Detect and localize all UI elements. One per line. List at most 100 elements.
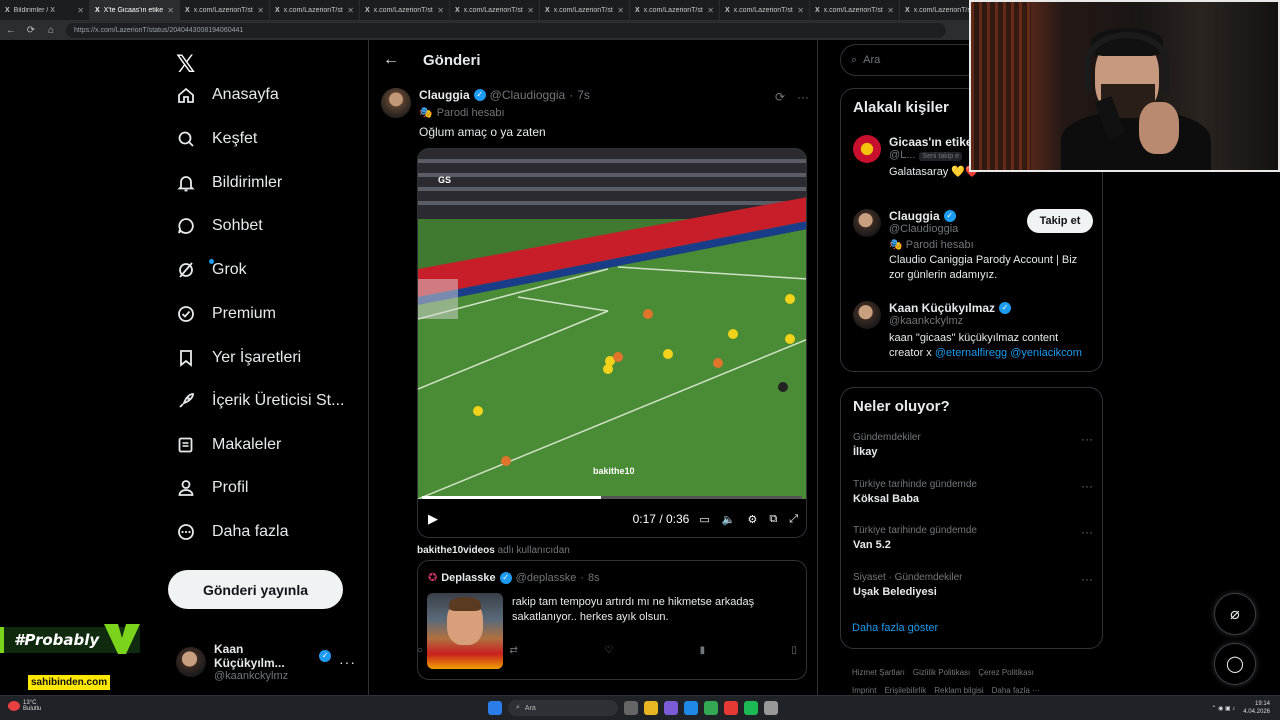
close-icon[interactable]: ✕ (437, 6, 444, 15)
close-icon[interactable]: ✕ (797, 6, 804, 15)
nav-item-sohbet[interactable]: Sohbet (176, 216, 263, 236)
browser-tab[interactable]: Xx.com/LazerionT/statu✕ (450, 0, 540, 20)
close-icon[interactable]: ✕ (167, 6, 174, 15)
settings-icon[interactable]: ⚙ (747, 513, 757, 526)
nav-item-profil[interactable]: Profil (176, 478, 248, 498)
browser-tab[interactable]: X Bildirimler / X ✕ (0, 0, 90, 20)
quoted-post[interactable]: ✪ Deplasske ✓ @deplasske · 8s rakip tam … (417, 560, 807, 680)
close-icon[interactable]: ✕ (617, 6, 624, 15)
close-icon[interactable]: ✕ (527, 6, 534, 15)
more-dots-icon[interactable]: ··· (1081, 432, 1093, 446)
footer-link[interactable]: Hizmet Şartları (852, 668, 905, 677)
close-icon[interactable]: ✕ (887, 6, 894, 15)
browser-tab[interactable]: Xx.com/LazerionT/statu✕ (810, 0, 900, 20)
footer-link[interactable]: Reklam bilgisi (934, 686, 983, 695)
bio-link[interactable]: @yeniacikcom (1010, 347, 1082, 359)
x-logo-icon[interactable]: 𝕏 (176, 50, 195, 79)
nav-item-bildirimler[interactable]: Bildirimler (176, 173, 282, 193)
nav-item-anasayfa[interactable]: Anasayfa (176, 85, 279, 105)
bio-link[interactable]: @eternalfiregg (935, 347, 1007, 359)
app-icon[interactable] (724, 701, 738, 715)
nav-item-label: Bildirimler (212, 174, 283, 191)
browser-tab[interactable]: Xx.com/LazerionT/statu✕ (360, 0, 450, 20)
close-icon[interactable]: ✕ (77, 6, 84, 15)
close-icon[interactable]: ✕ (707, 6, 714, 15)
close-icon[interactable]: ✕ (257, 6, 264, 15)
nav-item-daha-fazla[interactable]: Daha fazla (176, 522, 289, 542)
close-icon[interactable]: ✕ (347, 6, 354, 15)
follow-button[interactable]: Takip et (1027, 209, 1093, 233)
grok-analyze-icon[interactable]: ⟳ (775, 90, 785, 104)
url-field[interactable]: https://x.com/LazerionT/status/204044300… (66, 22, 946, 38)
grok-fab-icon[interactable]: ⌀ (1214, 593, 1256, 635)
trend-item[interactable]: Türkiye tarihinde gündemde Köksal Baba ··· (853, 479, 1093, 505)
attribution-user[interactable]: bakithe10videos (417, 545, 495, 556)
taskbar-search[interactable]: ⌕ Ara (508, 700, 618, 716)
nav-item-label: Profil (212, 479, 249, 496)
browser-tab[interactable]: Xx.com/LazerionT/statu✕ (720, 0, 810, 20)
person-card[interactable]: Clauggia ✓ @Claudioggia 🎭 Parodi hesabı T… (853, 209, 1093, 283)
captions-icon[interactable]: ▭ (699, 513, 709, 526)
nav-item-i-çerik-üreticisi-st-[interactable]: İçerik Üreticisi St... (176, 391, 344, 411)
account-switcher[interactable]: Kaan Küçükyılm... ✓ @kaankckylmz ··· (176, 642, 356, 682)
trend-item[interactable]: Gündemdekiler İlkay ··· (853, 432, 1093, 458)
more-dots-icon[interactable]: ··· (797, 90, 809, 104)
edge-icon[interactable] (684, 701, 698, 715)
tray-icons[interactable]: ⌃ ◉ ▣ ♪ (1211, 705, 1235, 712)
messages-fab-icon[interactable]: ◯ (1214, 643, 1256, 685)
post-author-handle[interactable]: @Claudioggia (490, 88, 566, 102)
more-dots-icon[interactable]: ··· (1081, 525, 1093, 539)
footer-link[interactable]: Gizlilik Politikası (913, 668, 970, 677)
spotify-icon[interactable] (744, 701, 758, 715)
trend-topic: Köksal Baba (853, 493, 920, 505)
browser-tab[interactable]: Xx.com/LazerionT/statu✕ (630, 0, 720, 20)
back-icon[interactable]: ← (6, 25, 16, 36)
fullscreen-icon[interactable]: ⤢ (789, 513, 798, 526)
browser-tab[interactable]: Xx.com/LazerionT/statu✕ (270, 0, 360, 20)
avatar[interactable] (381, 88, 411, 118)
browser-tab[interactable]: Xx.com/LazerionT/statu✕ (540, 0, 630, 20)
nav-item-yer-i-şaretleri[interactable]: Yer İşaretleri (176, 348, 301, 368)
weather-widget[interactable]: 13°C Bulutlu (8, 700, 41, 712)
footer-link[interactable]: Çerez Politikası (978, 668, 1034, 677)
more-dots-icon[interactable]: ··· (1081, 572, 1093, 586)
more-dots-icon[interactable]: ··· (339, 654, 356, 670)
chrome-icon[interactable] (704, 701, 718, 715)
views-icon[interactable]: ▮ (700, 645, 706, 656)
like-icon[interactable]: ♡ (604, 645, 613, 656)
file-explorer-icon[interactable] (644, 701, 658, 715)
nav-item-grok[interactable]: Grok (176, 259, 247, 280)
reload-icon[interactable]: ⟳ (26, 25, 36, 36)
article-icon (176, 435, 196, 455)
bookmark-icon[interactable]: ▯ (791, 645, 797, 656)
nav-item-keşfet[interactable]: Keşfet (176, 129, 257, 149)
footer-link[interactable]: Erişilebilirlik (884, 686, 926, 695)
more-dots-icon[interactable]: ··· (1081, 479, 1093, 493)
home-browser-icon[interactable]: ⌂ (46, 25, 56, 36)
footer-link[interactable]: Daha fazla ··· (992, 686, 1040, 695)
browser-tab[interactable]: Xx.com/LazerionT/statu✕ (180, 0, 270, 20)
trend-item[interactable]: Türkiye tarihinde gündemde Van 5.2 ··· (853, 525, 1093, 551)
app-icon[interactable] (764, 701, 778, 715)
nav-item-premium[interactable]: Premium (176, 304, 276, 324)
video-player[interactable]: GS bakithe10 ▶ 0:17 / 0:36 ▭ 🔈 ⚙ ⧉ ⤢ (417, 148, 807, 538)
app-icon[interactable] (664, 701, 678, 715)
play-icon[interactable]: ▶ (428, 511, 438, 527)
volume-icon[interactable]: 🔈 (722, 513, 736, 526)
browser-tab[interactable]: XX'te Gicaas'ın etiketçisi✕ (90, 0, 180, 20)
nav-item-makaleler[interactable]: Makaleler (176, 435, 281, 455)
windows-start-icon[interactable] (488, 701, 502, 715)
footer-link[interactable]: Imprint (852, 686, 876, 695)
post-time[interactable]: 7s (577, 88, 590, 102)
post-author-name[interactable]: Clauggia (419, 88, 470, 102)
show-more-link[interactable]: Daha fazla göster (852, 622, 938, 634)
back-arrow-icon[interactable]: ← (383, 51, 399, 69)
trend-item[interactable]: Siyaset · Gündemdekiler Uşak Belediyesi ··… (853, 572, 1093, 598)
person-card[interactable]: Kaan Küçükyılmaz ✓ @kaankckylmz kaan "gic… (853, 301, 1093, 361)
related-title: Alakalı kişiler (853, 99, 949, 116)
reply-icon[interactable]: ○ (417, 645, 423, 656)
task-view-icon[interactable] (624, 701, 638, 715)
repost-icon[interactable]: ⇄ (509, 645, 517, 656)
post-button[interactable]: Gönderi yayınla (168, 570, 343, 609)
pip-icon[interactable]: ⧉ (769, 513, 777, 526)
